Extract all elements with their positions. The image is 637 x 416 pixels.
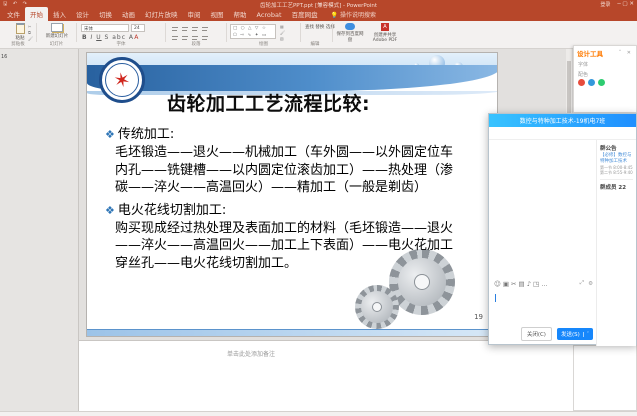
gear-image-small — [355, 285, 399, 329]
slide-title[interactable]: 齿轮加工工艺流程比较: — [167, 89, 370, 116]
color-swatches[interactable] — [574, 78, 636, 87]
paste-icon — [16, 23, 25, 34]
slide-body-text[interactable]: ❖传统加工: 毛坯锻造——退火——机械加工（车外圆——以外圆定位车内孔——铣键槽… — [105, 121, 457, 272]
bullet-heading: ❖电火花线切割加工: — [105, 202, 457, 219]
ribbon-tab-Acrobat[interactable]: Acrobat — [252, 9, 287, 21]
notes-placeholder: 单击此处添加备注 — [227, 349, 275, 358]
ribbon-tab-设计[interactable]: 设计 — [71, 7, 94, 21]
status-bar — [0, 411, 637, 416]
diamond-bullet-icon: ❖ — [105, 128, 115, 141]
chat-window-title[interactable]: 数控与特种加工技术-19机电7班 — [489, 114, 636, 127]
swatch-blue[interactable] — [588, 79, 595, 86]
group-announcement-link[interactable]: 【必修】数控与特种加工技术 — [600, 153, 633, 165]
clipboard-small-buttons[interactable]: ✂⧉🖌 — [28, 24, 33, 42]
group-label-clipboard: 剪贴板 — [0, 41, 36, 47]
chat-tab-bar — [489, 127, 636, 140]
design-panel-title: 设计工具 — [577, 48, 619, 58]
slide-editor[interactable]: ✶ 齿轮加工工艺流程比较: ❖传统加工: 毛坯锻造——退火——机械加工（车外圆—… — [86, 52, 498, 337]
shapes-gallery[interactable]: □ ○ △ ▽ ☆ ⬠ ⇨ ∿ ✦ ▭ ◇ ⬡ — [230, 24, 276, 39]
chat-side-panel: 群公告 【必修】数控与特种加工技术 第一节 8:00-8:45 第二节 8:55… — [596, 140, 636, 346]
group-label-editing: 编辑 — [298, 41, 332, 47]
group-label-paragraph: 段落 — [166, 41, 226, 47]
login-button[interactable]: 登录 — [600, 1, 610, 8]
group-label-font: 字体 — [77, 41, 165, 47]
slide-bottom-band — [87, 329, 498, 337]
send-dropdown-icon[interactable]: ˅ — [583, 332, 589, 337]
window-controls[interactable]: ─ ▢ ✕ — [617, 1, 634, 8]
emoji-image-screenshot-file-icons[interactable]: ☺ ▣ ✂ ▤ ♪ ◳ … — [494, 280, 548, 288]
ribbon-tab-bar: 文件开始插入设计切换动画幻灯片放映审阅视图帮助Acrobat百度网盘 💡 操作说明… — [0, 9, 637, 21]
chat-message-area[interactable] — [489, 140, 598, 278]
swatch-red[interactable] — [578, 79, 585, 86]
font-name-box[interactable]: 宋体 — [81, 24, 129, 32]
school-logo: ✶ — [99, 57, 145, 103]
group-members-header: 群成员 22 — [600, 183, 633, 191]
ribbon: 粘贴 ✂⧉🖌 剪贴板 新建幻灯片 幻灯片 宋体 24 B I U S abc A… — [0, 21, 637, 49]
paragraph: 毛坯锻造——退火——机械加工（车外圆——以外圆定位车内孔——铣键槽——以内圆定位… — [105, 144, 457, 196]
design-panel-controls[interactable]: ˅ ✕ — [619, 50, 633, 56]
group-label-slides: 幻灯片 — [37, 41, 76, 47]
chat-input-toolbar: ☺ ▣ ✂ ▤ ♪ ◳ … ⤢ ⚙ — [489, 278, 598, 289]
design-tools-panel: 设计工具 ˅ ✕ 字体 配色 — [573, 45, 637, 113]
dingtalk-chat-window: 数控与特种加工技术-19机电7班 ☺ ▣ ✂ ▤ ♪ ◳ … ⤢ ⚙ 关闭(C)… — [488, 113, 637, 345]
slide-page-number: 19 — [474, 313, 483, 321]
font-size-box[interactable]: 24 — [131, 24, 145, 32]
adobe-pdf-icon: A — [381, 23, 389, 31]
ribbon-tab-审阅[interactable]: 审阅 — [183, 7, 206, 21]
ribbon-tab-视图[interactable]: 视图 — [206, 7, 229, 21]
design-section-font: 字体 — [574, 60, 636, 68]
slide-number: 16 — [1, 54, 7, 60]
ribbon-tab-开始[interactable]: 开始 — [25, 7, 48, 21]
expand-icon[interactable]: ⤢ — [580, 280, 584, 287]
notes-pane[interactable]: 单击此处添加备注 — [79, 340, 600, 411]
tell-me-search[interactable]: 💡 操作说明搜索 — [331, 10, 376, 21]
chat-input-field[interactable] — [489, 290, 598, 322]
ribbon-tab-文件[interactable]: 文件 — [2, 7, 25, 21]
ribbon-tab-帮助[interactable]: 帮助 — [229, 7, 252, 21]
design-tools-panel-bottom — [573, 345, 637, 411]
ribbon-tab-幻灯片放映[interactable]: 幻灯片放映 — [140, 7, 183, 21]
font-style-buttons[interactable]: B I U S abc AA — [82, 34, 139, 41]
group-label-drawing: 绘图 — [227, 41, 300, 47]
arrange-quickstyle-buttons[interactable]: ▦🖌▧ — [280, 24, 285, 42]
design-section-color: 配色 — [574, 70, 636, 78]
powerpoint-window: 🖫 ↶ ↷ 齿轮加工工艺PPT.ppt [兼容模式] - PowerPoint … — [0, 0, 637, 416]
new-slide-icon — [51, 23, 63, 32]
settings-icon[interactable]: ⚙ — [588, 281, 593, 287]
slide-thumbnail-panel: 16 — [0, 49, 79, 416]
editing-buttons[interactable]: 查找 替换 选择 — [305, 24, 335, 31]
baidu-save-button[interactable]: 保存到百度网盘 — [335, 23, 365, 43]
chat-send-button[interactable]: 发送(S)˅ — [557, 328, 593, 340]
ribbon-tab-动画[interactable]: 动画 — [117, 7, 140, 21]
paragraph-buttons[interactable] — [170, 25, 209, 42]
announcement-line: 第二节 8:55-9:40 — [600, 170, 633, 176]
bullet-heading: ❖传统加工: — [105, 126, 457, 143]
adobe-pdf-button[interactable]: A 创建并共享 Adobe PDF — [368, 23, 402, 43]
baidu-cloud-icon — [345, 23, 355, 30]
slide-wave-band — [87, 65, 498, 91]
swatch-green[interactable] — [598, 79, 605, 86]
diamond-bullet-icon: ❖ — [105, 204, 115, 217]
paragraph: 购买现成经过热处理及表面加工的材料（毛坯锻造——退火——淬火——高温回火——加工… — [105, 220, 457, 272]
new-slide-button[interactable]: 新建幻灯片 — [40, 23, 74, 39]
ribbon-tab-切换[interactable]: 切换 — [94, 7, 117, 21]
ribbon-tab-插入[interactable]: 插入 — [48, 7, 71, 21]
chat-close-button[interactable]: 关闭(C) — [521, 327, 552, 341]
ribbon-tab-百度网盘[interactable]: 百度网盘 — [287, 7, 323, 21]
text-caret — [495, 294, 496, 302]
group-announcement-header: 群公告 — [600, 144, 633, 152]
